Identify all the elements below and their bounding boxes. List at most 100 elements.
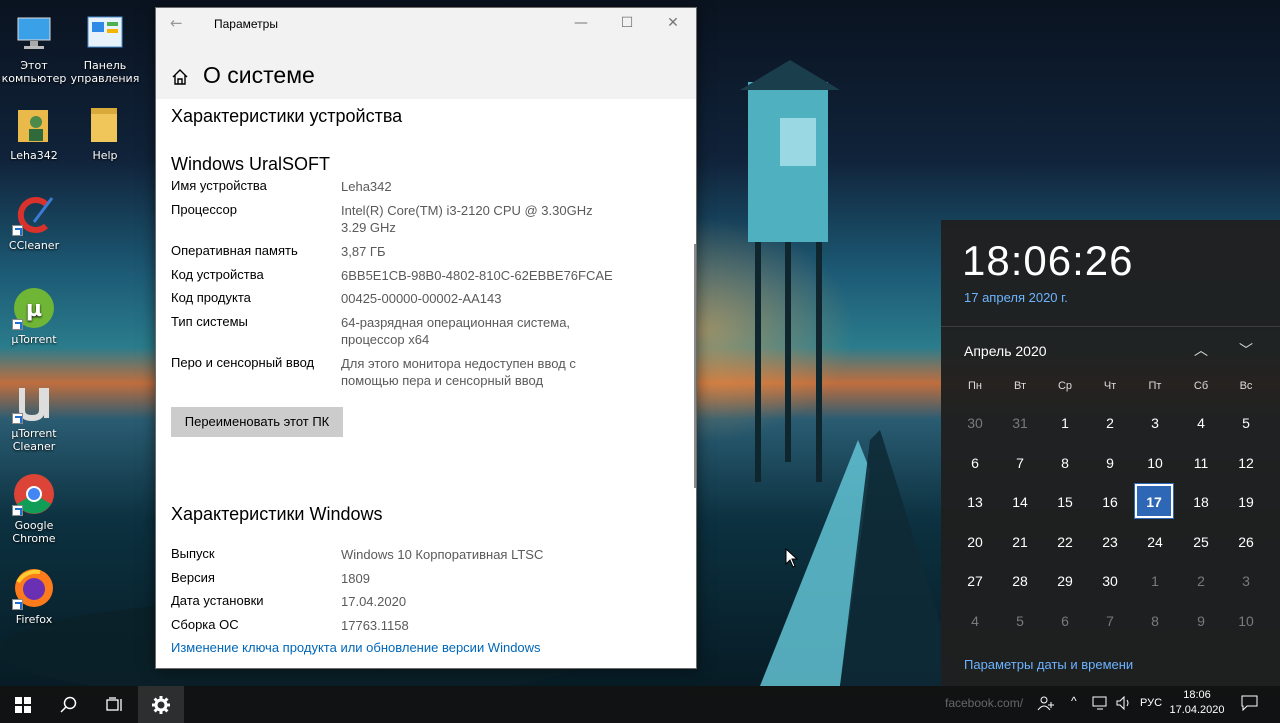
calendar-day[interactable]: 18 (1181, 484, 1221, 520)
minimize-button[interactable]: — (558, 8, 604, 39)
calendar-day[interactable]: 14 (1000, 484, 1040, 520)
calendar-day[interactable]: 9 (1181, 603, 1221, 639)
user-folder-icon (12, 102, 56, 146)
calendar-day[interactable]: 5 (1226, 405, 1266, 441)
calendar-weekday: Сб (1193, 380, 1209, 392)
calendar-day[interactable]: 6 (955, 445, 995, 481)
chevron-up-icon[interactable]: ︿ (1191, 340, 1211, 360)
desktop-icon-this-pc[interactable]: Этот компьютер (0, 12, 72, 85)
spec-label: Тип системы (171, 314, 248, 329)
volume-icon[interactable] (1115, 695, 1133, 714)
calendar-day[interactable]: 1 (1135, 563, 1175, 599)
spec-value: 1809 (341, 571, 370, 586)
start-button[interactable] (0, 686, 46, 723)
calendar-weekday: Вс (1239, 380, 1253, 392)
rename-pc-button[interactable]: Переименовать этот ПК (171, 407, 343, 437)
taskbar-date: 17.04.2020 (1169, 704, 1225, 716)
chevron-down-icon[interactable]: ﹀ (1236, 340, 1256, 360)
desktop-icon-control-panel[interactable]: Панель управления (67, 12, 143, 85)
calendar-day[interactable]: 7 (1000, 445, 1040, 481)
calendar-day[interactable]: 8 (1135, 603, 1175, 639)
calendar-day[interactable]: 3 (1226, 563, 1266, 599)
calendar-day[interactable]: 13 (955, 484, 995, 520)
calendar-day[interactable]: 5 (1000, 603, 1040, 639)
taskbar-clock[interactable]: 18:06 17.04.2020 (1166, 688, 1228, 718)
page-title: О системе (203, 62, 315, 88)
spec-label: Сборка ОС (171, 617, 239, 632)
chevron-up-icon[interactable]: ^ (1071, 694, 1077, 708)
windows-logo-icon (15, 696, 31, 713)
calendar-day-today[interactable]: 17 (1134, 483, 1174, 519)
calendar-day[interactable]: 4 (1181, 405, 1221, 441)
desktop-icon-user-folder[interactable]: Leha342 (0, 102, 72, 162)
calendar-day[interactable]: 2 (1181, 563, 1221, 599)
spec-label: Дата установки (171, 593, 264, 608)
calendar-day[interactable]: 20 (955, 524, 995, 560)
svg-text:µ: µ (26, 297, 42, 322)
desktop-icon-help[interactable]: Help (67, 102, 143, 162)
calendar-day[interactable]: 28 (1000, 563, 1040, 599)
calendar-day[interactable]: 6 (1045, 603, 1085, 639)
home-icon[interactable] (171, 68, 189, 86)
desktop-icon-label: Панель управления (70, 59, 140, 85)
calendar-day[interactable]: 10 (1226, 603, 1266, 639)
calendar-day[interactable]: 4 (955, 603, 995, 639)
desktop-icon-utorrent[interactable]: µ µTorrent (0, 286, 72, 346)
calendar-month-label[interactable]: Апрель 2020 (964, 343, 1047, 359)
folder-icon (83, 102, 127, 146)
change-product-key-link[interactable]: Изменение ключа продукта или обновление … (171, 640, 541, 655)
desktop-icon-chrome[interactable]: Google Chrome (0, 472, 72, 545)
taskbar-settings-app[interactable] (138, 686, 184, 723)
calendar-day[interactable]: 30 (955, 405, 995, 441)
calendar-day[interactable]: 24 (1135, 524, 1175, 560)
control-panel-icon (83, 12, 127, 56)
search-button[interactable] (46, 686, 92, 723)
shortcut-arrow-icon (12, 599, 23, 610)
calendar-day[interactable]: 3 (1135, 405, 1175, 441)
people-icon[interactable] (1037, 694, 1055, 715)
calendar-day[interactable]: 19 (1226, 484, 1266, 520)
spec-label: Процессор (171, 202, 237, 217)
calendar-day[interactable]: 1 (1045, 405, 1085, 441)
desktop-icon-utorrent-cleaner[interactable]: µTorrent Cleaner (0, 380, 72, 453)
calendar-day[interactable]: 15 (1045, 484, 1085, 520)
calendar-day[interactable]: 10 (1135, 445, 1175, 481)
calendar-day[interactable]: 25 (1181, 524, 1221, 560)
calendar-day[interactable]: 22 (1045, 524, 1085, 560)
calendar-weekday: Чт (1103, 380, 1117, 392)
desktop-icon-label: µTorrent Cleaner (11, 427, 57, 453)
maximize-button[interactable]: ☐ (604, 8, 650, 39)
notifications-icon[interactable] (1241, 695, 1259, 714)
calendar-day[interactable]: 11 (1181, 445, 1221, 481)
calendar-day[interactable]: 8 (1045, 445, 1085, 481)
calendar-day[interactable]: 7 (1090, 603, 1130, 639)
spec-value: 3,87 ГБ (341, 244, 386, 259)
calendar-day[interactable]: 12 (1226, 445, 1266, 481)
calendar-day[interactable]: 21 (1000, 524, 1040, 560)
calendar-day[interactable]: 29 (1045, 563, 1085, 599)
calendar-day[interactable]: 31 (1000, 405, 1040, 441)
spec-label: Имя устройства (171, 178, 267, 193)
calendar-day[interactable]: 16 (1090, 484, 1130, 520)
network-icon[interactable] (1092, 695, 1110, 714)
calendar-day[interactable]: 30 (1090, 563, 1130, 599)
task-view-icon (106, 696, 122, 711)
close-button[interactable]: ✕ (650, 8, 696, 39)
calendar-day[interactable]: 26 (1226, 524, 1266, 560)
date-time-settings-link[interactable]: Параметры даты и времени (964, 657, 1133, 672)
flyout-date-link[interactable]: 17 апреля 2020 г. (964, 290, 1068, 305)
calendar-day[interactable]: 2 (1090, 405, 1130, 441)
task-view-button[interactable] (92, 686, 138, 723)
scrollbar[interactable] (694, 244, 696, 488)
utorrent-icon: µ (12, 286, 56, 330)
desktop-icon-firefox[interactable]: Firefox (0, 566, 72, 626)
desktop-icon-ccleaner[interactable]: CCleaner (0, 192, 72, 252)
taskbar: facebook.com/ ^ РУС 18:06 17.04.2020 (0, 686, 1280, 723)
calendar-day[interactable]: 27 (955, 563, 995, 599)
title-bar: ← Параметры — ☐ ✕ (156, 8, 696, 39)
calendar-day[interactable]: 23 (1090, 524, 1130, 560)
spec-value: 00425-00000-00002-AA143 (341, 291, 502, 306)
back-arrow-icon[interactable]: ← (170, 14, 183, 32)
language-indicator[interactable]: РУС (1140, 697, 1162, 709)
calendar-day[interactable]: 9 (1090, 445, 1130, 481)
